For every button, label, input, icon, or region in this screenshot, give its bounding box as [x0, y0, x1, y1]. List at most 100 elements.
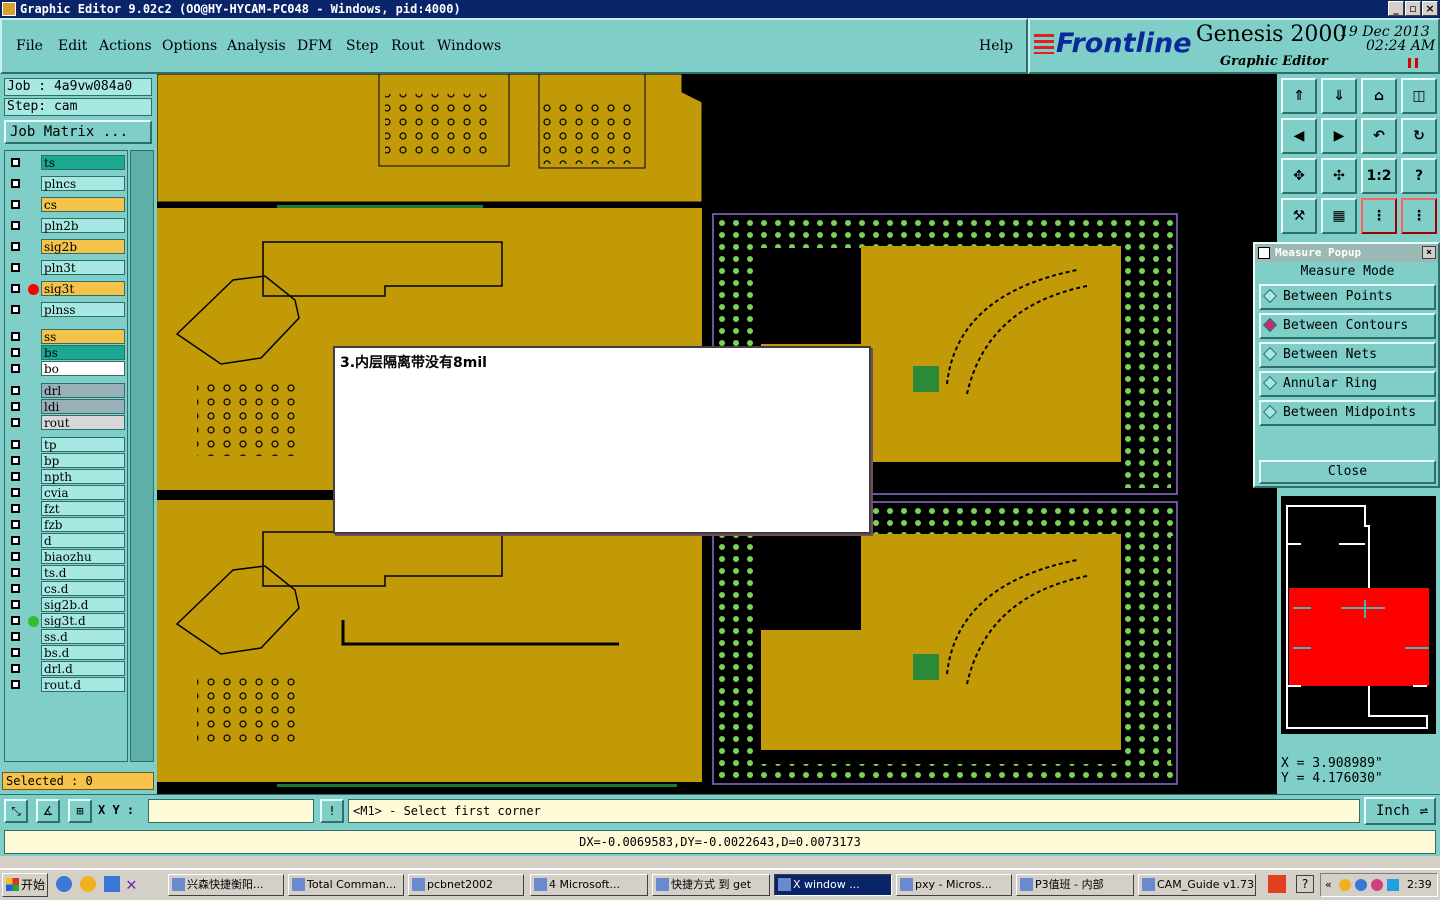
layer-row-cs-d[interactable]: cs.d	[5, 581, 129, 596]
minimize-button[interactable]: _	[1388, 1, 1404, 16]
quicklaunch-icon[interactable]	[80, 876, 96, 892]
layer-row-ts[interactable]: ts	[5, 155, 129, 170]
layer-row-fzb[interactable]: fzb	[5, 517, 129, 532]
layer-row-bp[interactable]: bp	[5, 453, 129, 468]
maximize-button[interactable]: ▫	[1405, 1, 1421, 16]
layer-row-drl-d[interactable]: drl.d	[5, 661, 129, 676]
layer-name[interactable]: drl	[41, 383, 125, 398]
layer-name[interactable]: plncs	[41, 176, 125, 191]
task-item[interactable]: P3值班 - 内部	[1016, 874, 1134, 896]
layer-name[interactable]: sig2b.d	[41, 597, 125, 612]
layer-name[interactable]: cs	[41, 197, 125, 212]
layer-checkbox[interactable]	[11, 158, 20, 167]
mode-between-contours[interactable]: Between Contours	[1259, 313, 1436, 339]
layer-row-npth[interactable]: npth	[5, 469, 129, 484]
menu-options[interactable]: Options	[162, 38, 217, 54]
mode-between-midpoints[interactable]: Between Midpoints	[1259, 400, 1436, 426]
snap-toggle-icon[interactable]: ⋮	[1401, 198, 1437, 234]
layer-row-sig2b-d[interactable]: sig2b.d	[5, 597, 129, 612]
layer-name[interactable]: rout.d	[41, 677, 125, 692]
info-icon[interactable]: !	[320, 799, 344, 823]
volume-icon[interactable]	[1387, 879, 1399, 891]
layer-checkbox[interactable]	[11, 648, 20, 657]
task-item[interactable]: CAM_Guide v1.73	[1138, 874, 1256, 896]
undo-zoom-icon[interactable]: ↶	[1361, 118, 1397, 154]
layer-name[interactable]: bs	[41, 345, 125, 360]
pause-icon[interactable]	[1408, 58, 1418, 68]
layer-row-pln2b[interactable]: pln2b	[5, 218, 129, 233]
close-popup-icon[interactable]: ×	[1422, 246, 1436, 259]
layer-name[interactable]: bp	[41, 453, 125, 468]
menu-file[interactable]: File	[16, 38, 43, 54]
layer-row-fzt[interactable]: fzt	[5, 501, 129, 516]
tray-icon[interactable]	[1371, 879, 1383, 891]
layer-checkbox[interactable]	[11, 284, 20, 293]
layer-name[interactable]: tp	[41, 437, 125, 452]
layer-checkbox[interactable]	[11, 520, 20, 529]
layer-name[interactable]: bs.d	[41, 645, 125, 660]
layer-row-bs[interactable]: bs	[5, 345, 129, 360]
xy-input[interactable]	[148, 799, 314, 823]
layer-row-cs[interactable]: cs	[5, 197, 129, 212]
overview-map[interactable]	[1281, 496, 1436, 734]
start-button[interactable]: 开始	[2, 873, 48, 897]
snap-mode-icon[interactable]: ⤡	[4, 799, 28, 823]
task-item[interactable]: 快捷方式 到 get	[652, 874, 770, 896]
layer-name[interactable]: cvia	[41, 485, 125, 500]
layer-row-ldi[interactable]: ldi	[5, 399, 129, 414]
zoom-one-to-two-button[interactable]: 1:2	[1361, 158, 1397, 194]
layer-name[interactable]: bo	[41, 361, 125, 376]
layer-row-cvia[interactable]: cvia	[5, 485, 129, 500]
layer-row-sig3t[interactable]: sig3t	[5, 281, 129, 296]
menu-analysis[interactable]: Analysis	[227, 38, 286, 54]
fit-profile-icon[interactable]: ✣	[1321, 158, 1357, 194]
layer-row-plnss[interactable]: plnss	[5, 302, 129, 317]
net-highlight-icon[interactable]: ⋮	[1361, 198, 1397, 234]
tray-icon[interactable]	[1339, 879, 1351, 891]
task-item[interactable]: 4 Microsoft...	[530, 874, 648, 896]
layer-checkbox[interactable]	[11, 616, 20, 625]
layer-name[interactable]: fzt	[41, 501, 125, 516]
pan-right-icon[interactable]: ▶	[1321, 118, 1357, 154]
ruler-icon[interactable]: ⚒	[1281, 198, 1317, 234]
redraw-icon[interactable]: ↻	[1401, 118, 1437, 154]
close-window-button[interactable]: ×	[1422, 1, 1438, 16]
explorer-icon[interactable]	[104, 876, 120, 892]
layer-checkbox[interactable]	[11, 584, 20, 593]
layer-checkbox[interactable]	[11, 332, 20, 341]
layer-checkbox[interactable]	[11, 472, 20, 481]
layer-name[interactable]: ts.d	[41, 565, 125, 580]
layer-checkbox[interactable]	[11, 179, 20, 188]
xwindow-icon[interactable]: ✕	[126, 874, 137, 895]
layer-checkbox[interactable]	[11, 440, 20, 449]
layer-name[interactable]: d	[41, 533, 125, 548]
layer-name[interactable]: biaozhu	[41, 549, 125, 564]
layer-name[interactable]: pln3t	[41, 260, 125, 275]
layer-row-plncs[interactable]: plncs	[5, 176, 129, 191]
angle-mode-icon[interactable]: ∡	[36, 799, 60, 823]
layer-list-scrollbar[interactable]	[130, 150, 154, 762]
mode-between-nets[interactable]: Between Nets	[1259, 342, 1436, 368]
layer-name[interactable]: npth	[41, 469, 125, 484]
layer-checkbox[interactable]	[11, 418, 20, 427]
task-item[interactable]: Total Comman...	[288, 874, 404, 896]
layer-name[interactable]: sig2b	[41, 239, 125, 254]
layer-row-drl[interactable]: drl	[5, 383, 129, 398]
download-icon[interactable]: ⇓	[1321, 78, 1357, 114]
layer-row-bo[interactable]: bo	[5, 361, 129, 376]
layer-name[interactable]: ss.d	[41, 629, 125, 644]
layer-name[interactable]: ldi	[41, 399, 125, 414]
upload-icon[interactable]: ⇑	[1281, 78, 1317, 114]
menu-windows[interactable]: Windows	[437, 38, 501, 54]
layer-row-rout-d[interactable]: rout.d	[5, 677, 129, 692]
layer-checkbox[interactable]	[11, 568, 20, 577]
layer-name[interactable]: sig3t	[41, 281, 125, 296]
grid-snap-icon[interactable]: ⊞	[68, 799, 92, 823]
layer-name[interactable]: rout	[41, 415, 125, 430]
layer-row-bs-d[interactable]: bs.d	[5, 645, 129, 660]
layer-name[interactable]: fzb	[41, 517, 125, 532]
layer-row-ss[interactable]: ss	[5, 329, 129, 344]
layer-checkbox[interactable]	[11, 504, 20, 513]
layer-checkbox[interactable]	[11, 664, 20, 673]
layer-name[interactable]: pln2b	[41, 218, 125, 233]
